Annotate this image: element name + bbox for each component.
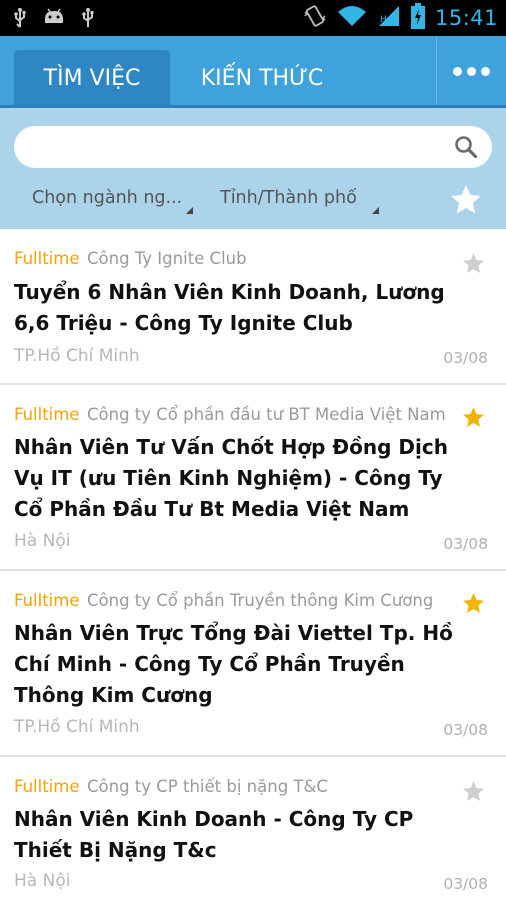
tab-kien-thuc[interactable]: KIẾN THỨC <box>184 50 340 107</box>
industry-dropdown[interactable]: Chọn ngành ng... <box>32 188 193 214</box>
star-icon[interactable] <box>461 591 486 620</box>
dropdown-arrow-icon <box>186 207 193 214</box>
usb-icon <box>12 7 28 29</box>
overflow-menu-button[interactable] <box>437 36 506 107</box>
android-debug-icon <box>42 7 66 29</box>
company-name: Công ty CP thiết bị nặng T&C <box>87 777 328 796</box>
province-dropdown-value: Tỉnh/Thành phố <box>220 188 357 208</box>
dropdown-arrow-icon <box>372 207 379 214</box>
favorites-star-icon[interactable] <box>448 182 484 222</box>
notification-icons <box>12 7 96 29</box>
system-status: H 15:41 <box>303 3 498 33</box>
star-icon[interactable] <box>461 251 486 280</box>
wifi-icon <box>337 4 367 32</box>
tab-label: KIẾN THỨC <box>200 66 324 91</box>
province-dropdown[interactable]: Tỉnh/Thành phố <box>220 188 382 214</box>
company-name: Công ty Cổ phần đầu tư BT Media Việt Nam <box>87 405 446 424</box>
battery-charging-icon <box>410 3 425 33</box>
filter-panel: Chọn ngành ng... Tỉnh/Thành phố <box>0 108 506 229</box>
job-type: Fulltime <box>14 405 80 424</box>
job-location: TP.Hồ Chí Minh <box>14 717 140 737</box>
job-date: 03/08 <box>443 535 488 553</box>
star-icon[interactable] <box>461 779 486 808</box>
job-list-item[interactable]: Fulltime Công ty CP thiết bị nặng T&C Nh… <box>0 757 506 900</box>
job-list-item[interactable]: Fulltime Công ty Cổ phần đầu tư BT Media… <box>0 385 506 571</box>
job-title: Nhân Viên Tư Vấn Chốt Hợp Đồng Dịch Vụ I… <box>14 435 448 521</box>
job-date: 03/08 <box>443 875 488 893</box>
more-dots-icon <box>453 67 490 76</box>
star-icon[interactable] <box>461 405 486 434</box>
clock: 15:41 <box>434 6 498 30</box>
status-bar: H 15:41 <box>0 0 506 36</box>
job-title: Nhân Viên Trực Tổng Đài Viettel Tp. Hồ C… <box>14 621 453 707</box>
job-type: Fulltime <box>14 591 80 610</box>
industry-dropdown-value: Chọn ngành ng... <box>32 188 183 208</box>
search-input[interactable] <box>32 134 452 160</box>
search-icon[interactable] <box>454 135 478 163</box>
signal-icon: H <box>377 4 401 32</box>
tab-label: TÌM VIỆC <box>43 66 141 91</box>
job-type: Fulltime <box>14 249 80 268</box>
usb-icon <box>80 7 96 29</box>
job-location: Hà Nội <box>14 531 71 551</box>
job-list-item[interactable]: Fulltime Công Ty Ignite Club Tuyển 6 Nhâ… <box>0 229 506 385</box>
job-location: Hà Nội <box>14 871 71 891</box>
job-type: Fulltime <box>14 777 80 796</box>
job-title: Tuyển 6 Nhân Viên Kinh Doanh, Lương 6,6 … <box>14 280 445 335</box>
search-field[interactable] <box>14 126 492 168</box>
company-name: Công Ty Ignite Club <box>87 249 247 268</box>
vibrate-icon <box>303 4 327 32</box>
company-name: Công ty Cổ phần Truyền thông Kim Cương <box>87 591 434 610</box>
job-location: TP.Hồ Chí Minh <box>14 346 140 366</box>
job-title: Nhân Viên Kinh Doanh - Công Ty CP Thiết … <box>14 807 414 862</box>
job-date: 03/08 <box>443 349 488 367</box>
job-date: 03/08 <box>443 721 488 739</box>
job-list-item[interactable]: Fulltime Công ty Cổ phần Truyền thông Ki… <box>0 571 506 757</box>
tab-tim-viec[interactable]: TÌM VIỆC <box>14 50 170 107</box>
tab-bar: TÌM VIỆC KIẾN THỨC <box>0 36 506 107</box>
job-list: Fulltime Công Ty Ignite Club Tuyển 6 Nhâ… <box>0 229 506 900</box>
svg-text:H: H <box>380 15 387 25</box>
